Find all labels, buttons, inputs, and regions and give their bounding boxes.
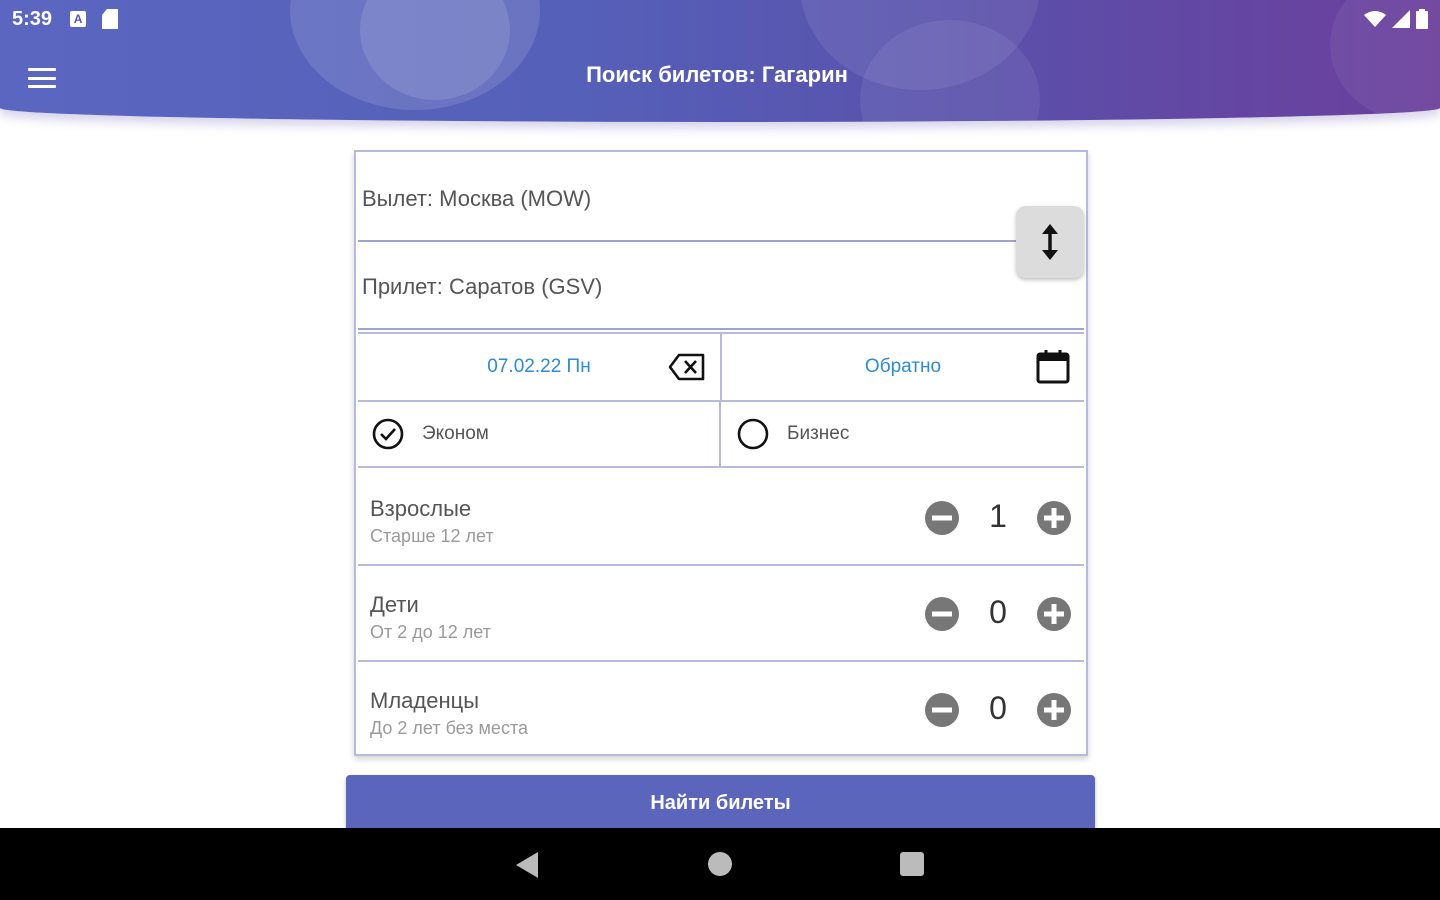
swap-vertical-icon [1042, 224, 1058, 260]
dates-row: 07.02.22 Пн Обратно [358, 332, 1084, 402]
battery-icon [1416, 9, 1428, 29]
plus-circle-icon[interactable] [1036, 596, 1072, 632]
passenger-title: Младенцы [370, 688, 480, 713]
passenger-subtitle: Старше 12 лет [370, 526, 494, 546]
passenger-title: Дети [370, 592, 419, 617]
date-return-cell[interactable]: Обратно [720, 334, 1084, 400]
passenger-subtitle: От 2 до 12 лет [370, 622, 491, 642]
passenger-title: Взрослые [370, 496, 472, 521]
calendar-icon[interactable] [1036, 350, 1070, 384]
notification-icon: A [70, 11, 87, 27]
passenger-row-adults: Взрослые Старше 12 лет 1 [358, 470, 1084, 566]
status-time: 5:39 [12, 7, 53, 30]
app-screen: Поиск билетов: Гагарин 5:39 A Вылет: Мос… [0, 0, 1440, 900]
status-bar: 5:39 A [0, 0, 1440, 38]
date-there-cell[interactable]: 07.02.22 Пн [358, 334, 720, 400]
passenger-count: 0 [989, 594, 1007, 630]
check-circle-icon [372, 418, 404, 450]
sd-card-icon [102, 9, 119, 29]
class-business-option[interactable]: Бизнес [719, 402, 1084, 466]
page-title: Поиск билетов: Гагарин [586, 62, 848, 87]
radio-empty-icon [737, 418, 769, 450]
minus-circle-icon[interactable] [924, 692, 960, 728]
search-form: Вылет: Москва (MOW) Прилет: Саратов (GSV… [354, 150, 1088, 756]
passenger-count: 0 [989, 690, 1007, 726]
class-business-label: Бизнес [787, 423, 850, 444]
plus-circle-icon[interactable] [1036, 692, 1072, 728]
back-icon[interactable] [516, 852, 538, 878]
date-return-text: Обратно [864, 356, 942, 377]
status-right-icons [1364, 9, 1428, 29]
swap-button[interactable] [1016, 206, 1084, 278]
departure-field[interactable]: Вылет: Москва (MOW) [358, 154, 1084, 242]
passenger-row-children: Дети От 2 до 12 лет 0 [358, 566, 1084, 662]
class-economy-option[interactable]: Эконом [358, 402, 719, 466]
arrival-field[interactable]: Прилет: Саратов (GSV) [358, 242, 1084, 330]
minus-circle-icon[interactable] [924, 596, 960, 632]
signal-icon [1392, 10, 1410, 28]
wifi-icon [1364, 11, 1386, 27]
class-row: Эконом Бизнес [358, 402, 1084, 468]
minus-circle-icon[interactable] [924, 500, 960, 536]
plus-circle-icon[interactable] [1036, 500, 1072, 536]
home-icon[interactable] [708, 852, 732, 876]
class-economy-label: Эконом [422, 423, 489, 444]
passenger-count: 1 [989, 498, 1007, 534]
date-there-text: 07.02.22 Пн [487, 356, 591, 377]
navigation-bar [0, 828, 1440, 900]
arrival-text: Прилет: Саратов (GSV) [362, 274, 603, 299]
departure-text: Вылет: Москва (MOW) [362, 186, 592, 211]
search-tickets-button[interactable]: Найти билеты [346, 775, 1095, 831]
passenger-row-infants: Младенцы До 2 лет без места 0 [358, 662, 1084, 758]
passenger-subtitle: До 2 лет без места [370, 718, 528, 738]
recent-apps-icon[interactable] [900, 852, 924, 876]
backspace-icon[interactable] [668, 352, 706, 382]
